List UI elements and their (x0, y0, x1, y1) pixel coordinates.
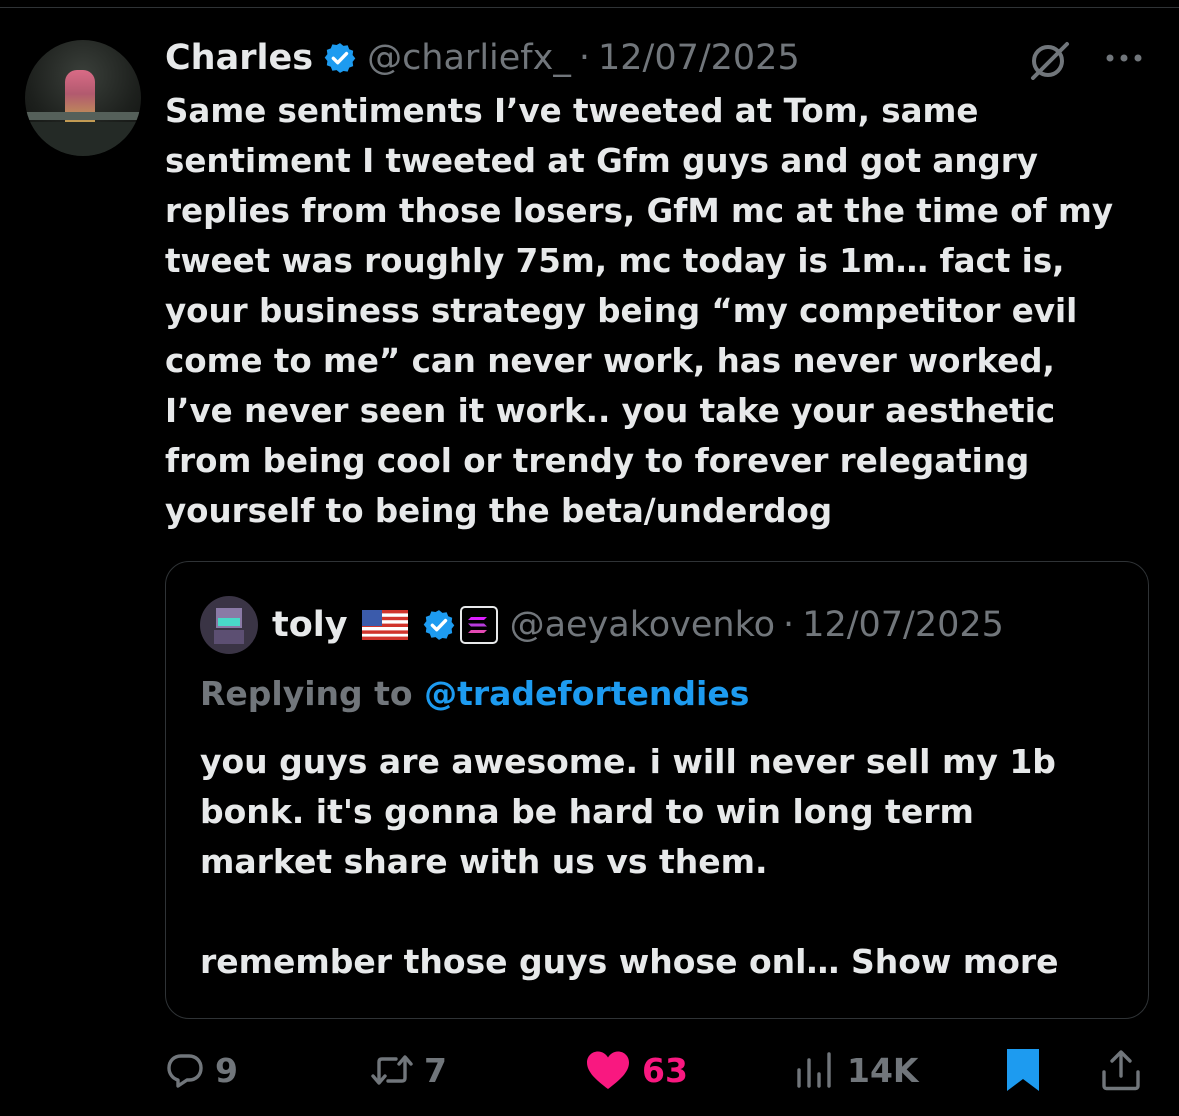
tweet-text-line: replies from those losers, GfM mc at the… (165, 192, 1114, 230)
tweet-text-line: tweet was roughly 75m, mc today is 1m… f… (165, 242, 1065, 280)
like-button[interactable]: 63 (584, 1040, 688, 1100)
quoted-tweet-text: you guys are awesome. i will never sell … (200, 737, 1130, 987)
reply-count: 9 (215, 1050, 238, 1090)
views-icon (797, 1052, 831, 1088)
reply-button[interactable]: 9 (165, 1040, 238, 1100)
tweet-text: Same sentiments I’ve tweeted at Tom, sam… (165, 86, 1155, 536)
quoted-header-separator: · (783, 605, 795, 645)
quoted-text-line: remember those guys whose onl… (200, 942, 840, 981)
avatar-figure (65, 70, 95, 130)
tweet-header: Charles @charliefx_ · 12/07/2025 (165, 36, 800, 80)
views-button[interactable]: 14K (795, 1040, 919, 1100)
quoted-text-last-line: remember those guys whose onl… Show more (200, 937, 1130, 987)
author-handle[interactable]: @charliefx_ (367, 38, 571, 78)
quoted-tweet-date[interactable]: 12/07/2025 (802, 605, 1004, 645)
author-avatar[interactable] (25, 40, 141, 156)
tweet-text-line: I’ve never seen it work.. you take your … (165, 392, 1056, 430)
quoted-avatar-visor (218, 618, 240, 626)
views-count: 14K (847, 1050, 919, 1090)
avatar-rail (25, 112, 141, 120)
grok-icon[interactable] (1025, 40, 1073, 80)
tweet-date[interactable]: 12/07/2025 (598, 38, 800, 78)
solana-logo-icon (459, 606, 498, 644)
bookmark-icon (1007, 1049, 1039, 1091)
quoted-author-handle[interactable]: @aeyakovenko (510, 605, 775, 645)
bookmark-button[interactable] (1003, 1040, 1043, 1100)
quoted-text-line: market share with us vs them. (200, 842, 768, 881)
heart-icon (587, 1051, 629, 1089)
show-more-link[interactable]: Show more (851, 942, 1059, 981)
verified-badge-icon (423, 610, 454, 640)
like-count: 63 (642, 1050, 688, 1090)
author-name[interactable]: Charles (165, 38, 313, 78)
top-divider (0, 7, 1179, 8)
tweet-text-line: yourself to being the beta/underdog (165, 492, 833, 530)
tweet-text-line: your business strategy being “my competi… (165, 292, 1078, 330)
quoted-text-line (200, 887, 1130, 937)
share-icon (1102, 1050, 1140, 1091)
quoted-author-name[interactable]: toly (272, 605, 348, 645)
reply-icon (167, 1054, 203, 1088)
quoted-tweet-header: toly @aeyakovenko · 12/07/2025 (272, 602, 1004, 648)
repost-count: 7 (424, 1050, 447, 1090)
repost-icon (371, 1055, 413, 1085)
tweet-text-line: Same sentiments I’ve tweeted at Tom, sam… (165, 92, 979, 130)
quoted-author-avatar[interactable] (200, 596, 258, 654)
avatar-ground (25, 122, 141, 156)
quoted-text-line: you guys are awesome. i will never sell … (200, 742, 1056, 781)
header-separator: · (578, 38, 590, 78)
quoted-tweet-card[interactable]: toly @aeyakovenko · 12/07/2025 Replying … (165, 561, 1149, 1019)
tweet-text-line: sentiment I tweeted at Gfm guys and got … (165, 142, 1038, 180)
replying-to-mention[interactable]: @tradefortendies (424, 674, 749, 713)
tweet-text-line: come to me” can never work, has never wo… (165, 342, 1055, 380)
quoted-avatar-body (214, 630, 244, 644)
verified-badge-icon (324, 43, 356, 73)
replying-to: Replying to @tradefortendies (200, 674, 749, 713)
share-button[interactable] (1099, 1040, 1143, 1100)
tweet-actions: 9 7 63 14K (0, 1040, 1179, 1100)
tweet-text-line: from being cool or trendy to forever rel… (165, 442, 1030, 480)
quoted-text-line: bonk. it's gonna be hard to win long ter… (200, 792, 974, 831)
more-dots-icon[interactable] (1102, 48, 1146, 68)
replying-to-label: Replying to (200, 674, 413, 713)
us-flag-icon (361, 610, 408, 640)
repost-button[interactable]: 7 (370, 1040, 447, 1100)
